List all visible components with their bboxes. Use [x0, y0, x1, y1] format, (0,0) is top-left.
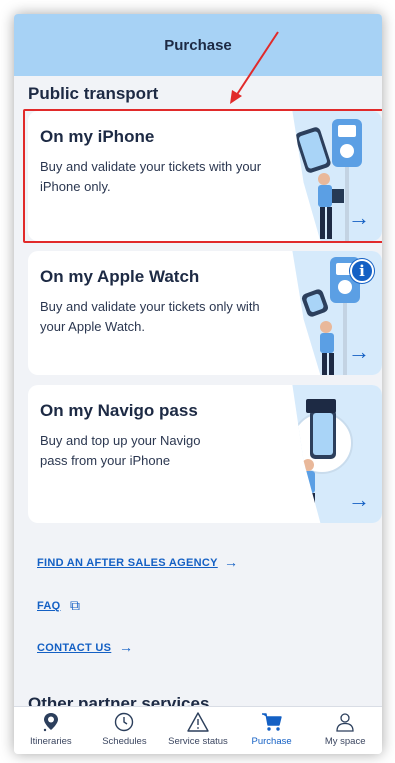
- external-link-icon: ⧉: [70, 597, 80, 613]
- tab-label: Itineraries: [29, 736, 72, 747]
- card-description: Buy and validate your tickets with your …: [40, 159, 262, 194]
- arrow-right-icon: →: [224, 554, 238, 570]
- tab-purchase[interactable]: Purchase: [235, 707, 309, 754]
- tab-itineraries[interactable]: Itineraries: [14, 707, 88, 754]
- tab-my-space[interactable]: My space: [308, 707, 382, 754]
- bottom-tab-bar: Itineraries Schedules Service status Pur…: [14, 706, 382, 754]
- pin-icon: [40, 710, 62, 734]
- info-icon[interactable]: i: [350, 259, 374, 283]
- arrow-right-icon: →: [348, 339, 370, 364]
- card-title: On my Navigo pass: [40, 401, 198, 420]
- card-description: Buy and top up your Navigo pass from you…: [40, 433, 201, 468]
- cart-icon: [260, 710, 284, 734]
- arrow-right-icon: →: [348, 487, 370, 512]
- card-title: On my Apple Watch: [40, 267, 200, 286]
- link-contact-us[interactable]: CONTACT US: [37, 642, 111, 654]
- section-title-public-transport: Public transport: [28, 84, 159, 103]
- link-faq[interactable]: FAQ: [37, 600, 61, 612]
- card-on-my-iphone[interactable]: On my iPhone Buy and validate your ticke…: [28, 111, 382, 241]
- tab-service-status[interactable]: Service status: [161, 707, 235, 754]
- tab-label: Purchase: [251, 736, 292, 747]
- arrow-right-icon: →: [119, 639, 133, 655]
- card-on-my-navigo-pass[interactable]: On my Navigo pass Buy and top up your Na…: [28, 385, 382, 523]
- tab-label: My space: [324, 736, 366, 747]
- tab-label: Service status: [168, 736, 228, 747]
- top-bar: Purchase: [14, 14, 382, 76]
- card-description: Buy and validate your tickets only with …: [40, 299, 260, 334]
- person-icon: [334, 710, 356, 734]
- card-title: On my iPhone: [40, 127, 155, 146]
- app-screen: Purchase Public transport On my iPhone B…: [14, 14, 382, 754]
- tab-label: Schedules: [102, 736, 147, 747]
- card-on-my-apple-watch[interactable]: i On my Apple Watch Buy and validate you…: [28, 251, 382, 375]
- page-title: Purchase: [164, 37, 232, 54]
- arrow-right-icon: →: [348, 205, 370, 230]
- warning-icon: [186, 710, 210, 734]
- link-find-after-sales-agency[interactable]: FIND AN AFTER SALES AGENCY: [37, 557, 218, 569]
- tab-schedules[interactable]: Schedules: [88, 707, 162, 754]
- clock-icon: [113, 710, 135, 734]
